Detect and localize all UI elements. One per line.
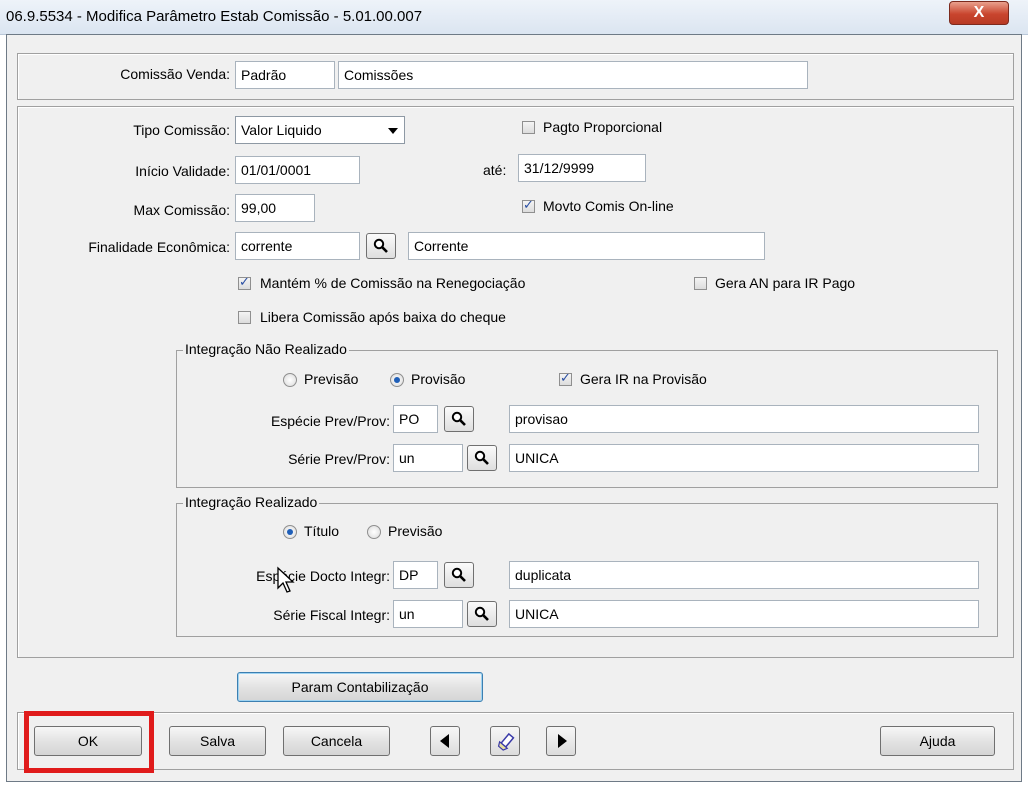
close-button[interactable]: X [949,1,1009,25]
window-frame [6,34,1022,782]
title-bar: 06.9.5534 - Modifica Parâmetro Estab Com… [0,0,1028,35]
close-icon: X [973,4,985,21]
window-title: 06.9.5534 - Modifica Parâmetro Estab Com… [6,8,423,25]
